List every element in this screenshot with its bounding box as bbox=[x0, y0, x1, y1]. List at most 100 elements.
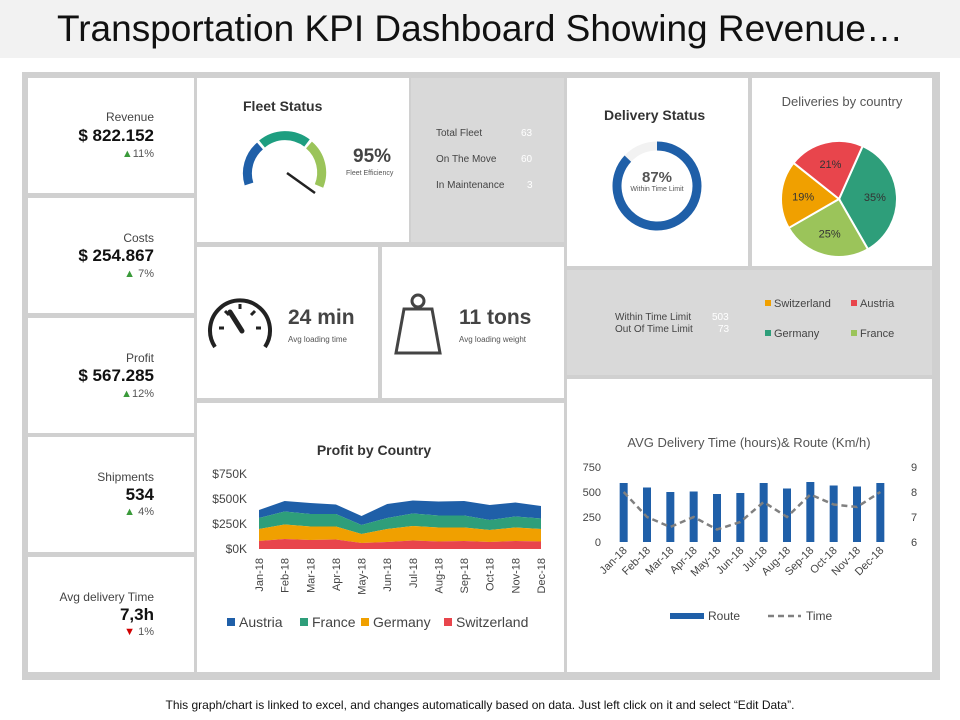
kpi-change-value: 12% bbox=[131, 388, 154, 400]
legend-swatch bbox=[227, 618, 235, 626]
combo-bar bbox=[829, 485, 838, 542]
delivery-legend-panel: Within Time Limit 503 Out Of Time Limit … bbox=[567, 270, 932, 375]
legend-label: Time bbox=[806, 609, 833, 623]
combo-bar bbox=[806, 482, 815, 542]
loading-time-card[interactable]: 24 min Avg loading time bbox=[197, 247, 378, 398]
pie-slice-label: 35% bbox=[864, 192, 886, 204]
area-y-tick: $750K bbox=[212, 467, 247, 481]
pie-slice-label: 19% bbox=[792, 191, 814, 203]
loading-weight-label: Avg loading weight bbox=[459, 335, 527, 344]
profit-area-chart: Profit by Country $0K $250K $500K $750K Jan-1… bbox=[212, 442, 548, 630]
speedometer-icon bbox=[208, 298, 272, 349]
kpi-value: 7,3h bbox=[119, 605, 154, 624]
kpi-label: Avg delivery Time bbox=[59, 590, 154, 604]
area-x-tick: Jun-18 bbox=[382, 558, 394, 592]
pie-slice-label: 21% bbox=[819, 159, 841, 171]
kpi-change: ▲12% bbox=[121, 388, 154, 400]
combo-bar bbox=[853, 486, 861, 542]
kpi-change: ▲ 7% bbox=[124, 268, 154, 280]
area-x-tick: Oct-18 bbox=[485, 558, 497, 591]
combo-bar bbox=[713, 494, 721, 542]
combo-title: AVG Delivery Time (hours)& Route (Km/h) bbox=[627, 435, 870, 450]
area-x-tick: Aug-18 bbox=[433, 558, 445, 593]
area-x-tick: Dec-18 bbox=[536, 558, 548, 593]
fleet-status-card[interactable]: Fleet Status 95% Fleet Efficiency bbox=[197, 78, 409, 242]
delivery-stat-value: 73 bbox=[718, 324, 730, 335]
delivery-stat-label: Out Of Time Limit bbox=[615, 324, 693, 335]
area-x-tick: May-18 bbox=[357, 558, 369, 595]
kpi-card-profit[interactable]: Profit $ 567.285 ▲12% bbox=[28, 318, 194, 433]
legend-label: Switzerland bbox=[456, 614, 528, 630]
kpi-label: Shipments bbox=[97, 470, 154, 484]
loading-weight-card[interactable]: 11 tons Avg loading weight bbox=[382, 247, 564, 398]
fleet-stat-value: 60 bbox=[521, 154, 533, 165]
pie-title: Deliveries by country bbox=[782, 94, 903, 109]
loading-time-label: Avg loading time bbox=[288, 335, 347, 344]
area-x-tick: Jan-18 bbox=[254, 558, 266, 592]
combo-y-right-tick: 7 bbox=[911, 512, 917, 524]
delivery-time-route-chart: AVG Delivery Time (hours)& Route (Km/h) 0… bbox=[583, 435, 917, 623]
deliveries-by-country-card[interactable]: Deliveries by country 35% 25% 19% 21% bbox=[752, 78, 932, 266]
footer-note: This graph/chart is linked to excel, and… bbox=[165, 698, 795, 712]
kpi-label: Profit bbox=[125, 351, 154, 365]
area-x-tick: Apr-18 bbox=[331, 558, 343, 591]
legend-swatch bbox=[851, 300, 857, 306]
kpi-change-value: 7% bbox=[135, 268, 154, 280]
legend-label: Germany bbox=[373, 614, 431, 630]
kpi-label: Costs bbox=[123, 231, 154, 245]
delivery-status-card[interactable]: Delivery Status 87% Within Time Limit bbox=[567, 78, 748, 266]
kpi-change: ▲ 4% bbox=[124, 506, 154, 518]
legend-swatch bbox=[765, 330, 771, 336]
profit-by-country-card[interactable]: Profit by Country $0K $250K $500K $750K Jan-1… bbox=[197, 403, 564, 672]
loading-time-value: 24 min bbox=[288, 306, 355, 329]
area-x-tick: Feb-18 bbox=[280, 558, 292, 593]
kpi-value: $ 822.152 bbox=[78, 126, 154, 145]
combo-bar bbox=[876, 483, 885, 542]
kpi-card-shipments[interactable]: Shipments 534 ▲ 4% bbox=[28, 437, 194, 552]
delivery-pct: 87% bbox=[641, 169, 673, 186]
area-y-tick: $0K bbox=[226, 542, 247, 556]
fleet-stat-label: Total Fleet bbox=[436, 128, 483, 139]
kpi-card-costs[interactable]: Costs $ 254.867 ▲ 7% bbox=[28, 198, 194, 313]
legend-label: Switzerland bbox=[774, 298, 831, 310]
delivery-time-route-card[interactable]: AVG Delivery Time (hours)& Route (Km/h) 0… bbox=[567, 379, 932, 672]
pie-legend: Switzerland Austria Germany France bbox=[765, 298, 895, 340]
gauge-segment-blue bbox=[242, 142, 264, 186]
combo-y-right-tick: 8 bbox=[911, 487, 917, 499]
combo-y-left-tick: 750 bbox=[583, 462, 601, 474]
loading-weight-value: 11 tons bbox=[459, 306, 532, 329]
kpi-card-revenue[interactable]: Revenue $ 822.152 ▲11% bbox=[28, 78, 194, 193]
gauge-segment-teal bbox=[259, 131, 310, 148]
delivery-stat-value: 503 bbox=[712, 312, 729, 323]
kpi-value: $ 567.285 bbox=[78, 366, 154, 385]
deliveries-pie-chart: Deliveries by country 35% 25% 19% 21% bbox=[780, 94, 903, 258]
area-x-tick: Sep-18 bbox=[459, 558, 471, 593]
fleet-stat-value: 63 bbox=[521, 128, 533, 139]
legend-swatch bbox=[444, 618, 452, 626]
combo-bar bbox=[736, 493, 745, 542]
kpi-change-value: 1% bbox=[135, 626, 154, 638]
area-x-tick: Jul-18 bbox=[408, 558, 420, 588]
fleet-efficiency-value: 95% bbox=[353, 146, 392, 167]
kpi-change: ▼ 1% bbox=[124, 626, 154, 638]
kpi-change-value: 11% bbox=[132, 148, 154, 160]
kpi-label: Revenue bbox=[105, 110, 154, 124]
fleet-gauge bbox=[242, 131, 327, 195]
up-arrow-icon: ▲ bbox=[124, 268, 136, 280]
combo-bar bbox=[619, 483, 628, 542]
weight-icon bbox=[394, 293, 442, 355]
kpi-value: $ 254.867 bbox=[78, 246, 154, 265]
fleet-stats-panel: Total Fleet 63 On The Move 60 In Mainten… bbox=[411, 78, 564, 242]
legend-label: Austria bbox=[239, 614, 283, 630]
kpi-change-value: 4% bbox=[135, 506, 154, 518]
fleet-status-title: Fleet Status bbox=[243, 98, 323, 114]
fleet-stat-label: In Maintenance bbox=[436, 180, 505, 191]
area-y-tick: $500K bbox=[212, 492, 247, 506]
legend-label: France bbox=[312, 614, 356, 630]
kpi-card-avg-delivery-time[interactable]: Avg delivery Time 7,3h ▼ 1% bbox=[28, 557, 194, 672]
up-arrow-icon: ▲ bbox=[121, 388, 132, 400]
gauge-needle bbox=[286, 171, 316, 195]
area-x-tick: Nov-18 bbox=[510, 558, 522, 593]
combo-y-left-tick: 500 bbox=[583, 487, 601, 499]
delivery-pct-label: Within Time Limit bbox=[630, 186, 684, 193]
